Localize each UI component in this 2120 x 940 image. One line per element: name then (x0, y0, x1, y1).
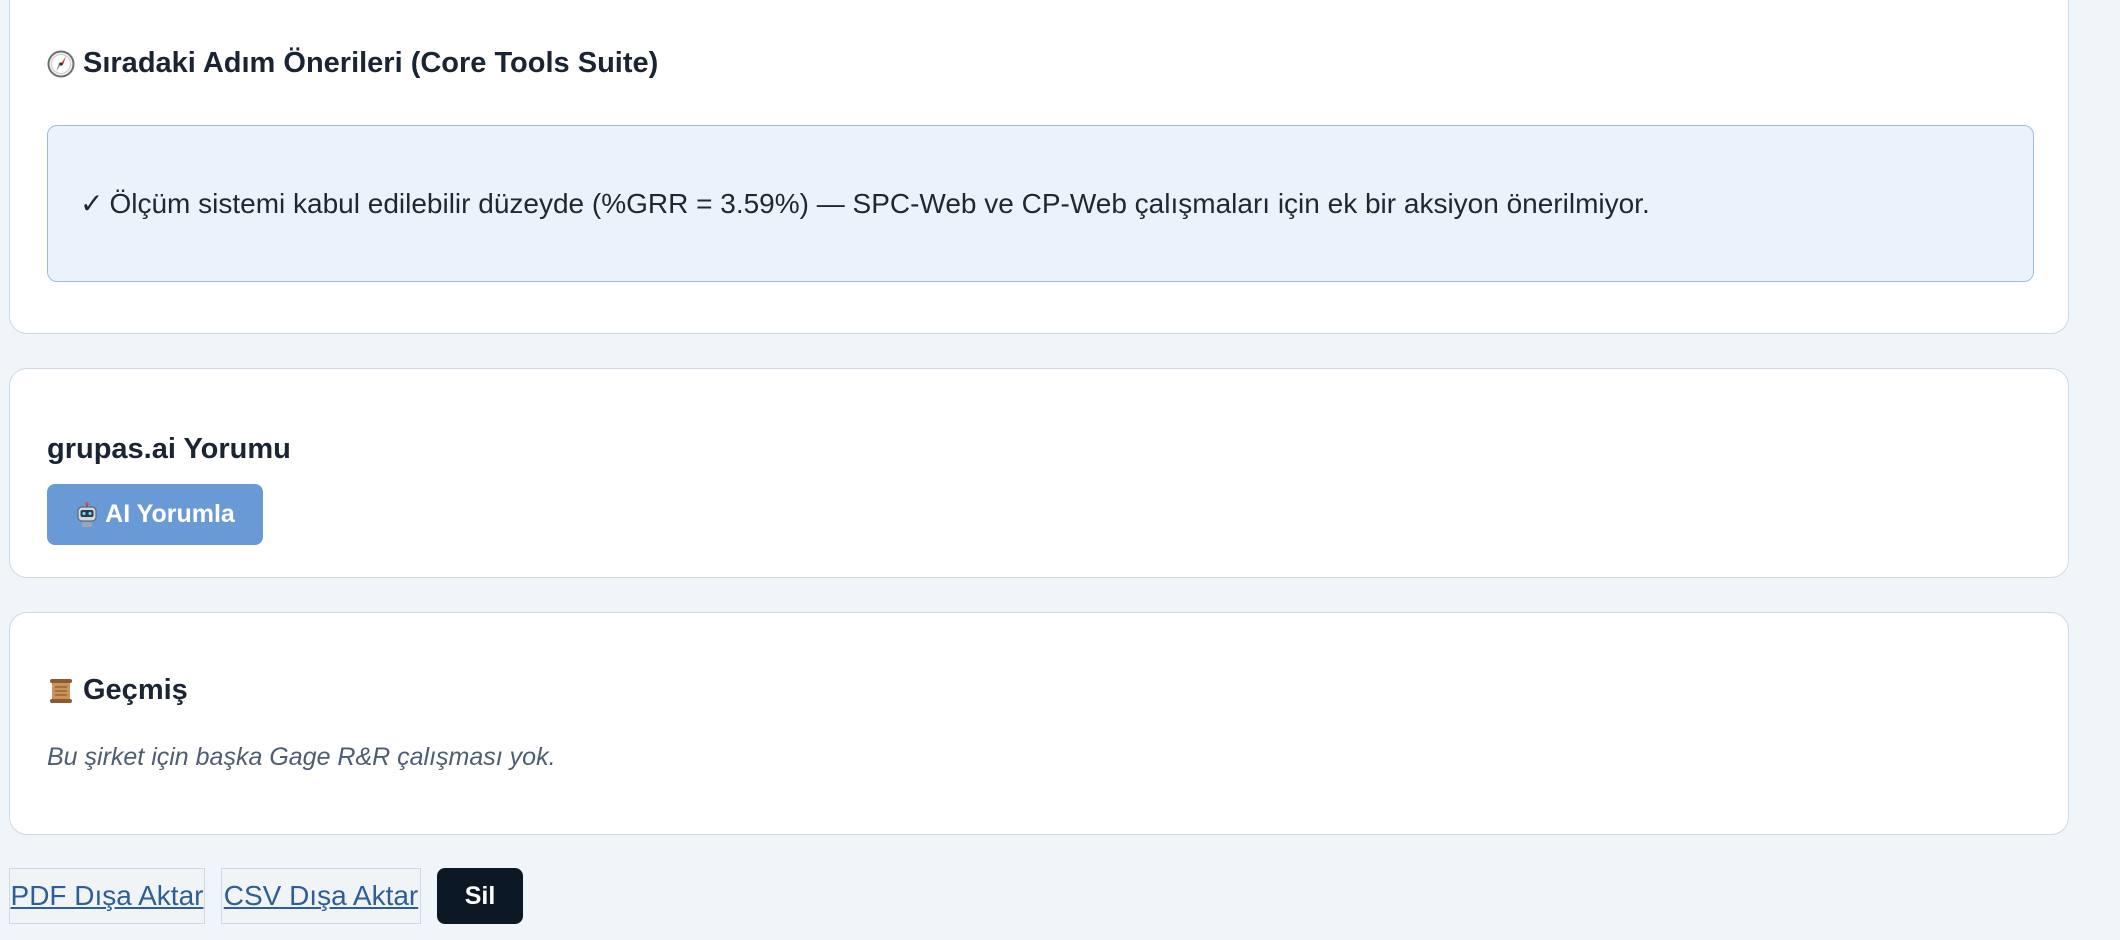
pdf-export-link[interactable]: PDF Dışa Aktar (9, 868, 205, 924)
ai-comment-button[interactable]: AI Yorumla (47, 484, 263, 545)
compass-icon (47, 50, 75, 78)
ai-comment-button-label: AI Yorumla (105, 500, 235, 528)
ai-commentary-card: grupas.ai Yorumu AI Yorumla (9, 368, 2069, 578)
check-icon: ✓ (80, 188, 104, 219)
history-title: Geçmiş (47, 674, 188, 707)
next-steps-title-text: Sıradaki Adım Önerileri (Core Tools Suit… (83, 47, 659, 79)
delete-button[interactable]: Sil (437, 868, 523, 924)
next-steps-title: Sıradaki Adım Önerileri (Core Tools Suit… (47, 47, 658, 80)
recommendation-text: Ölçüm sistemi kabul edilebilir düzeyde (… (109, 187, 1650, 219)
history-title-text: Geçmiş (83, 674, 188, 706)
robot-icon (75, 501, 99, 528)
history-card: Geçmiş Bu şirket için başka Gage R&R çal… (9, 612, 2069, 835)
next-steps-card: Sıradaki Adım Önerileri (Core Tools Suit… (9, 0, 2069, 334)
csv-export-link[interactable]: CSV Dışa Aktar (221, 868, 421, 924)
scroll-icon (47, 677, 75, 705)
ai-commentary-title: grupas.ai Yorumu (47, 433, 291, 465)
history-empty-message: Bu şirket için başka Gage R&R çalışması … (47, 743, 556, 771)
recommendation-notice: ✓ Ölçüm sistemi kabul edilebilir düzeyde… (47, 125, 2034, 282)
